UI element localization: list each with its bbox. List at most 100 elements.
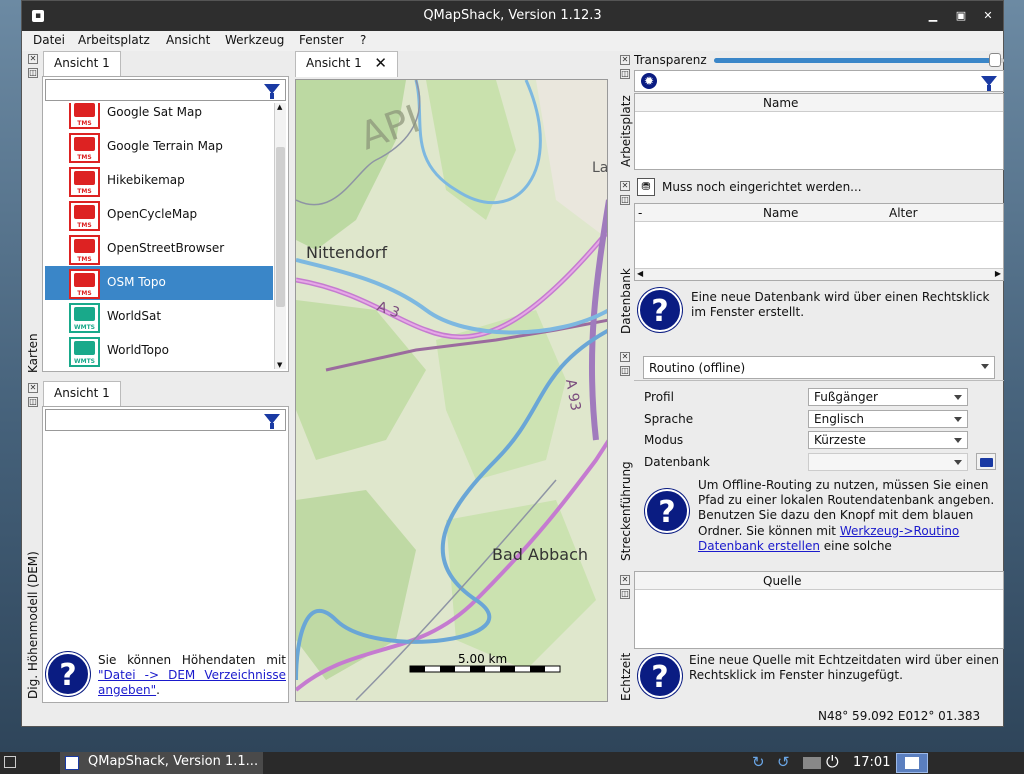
routing-select-3[interactable] <box>808 452 968 471</box>
notification-icon[interactable] <box>896 753 928 773</box>
dock-close-icon[interactable]: ✕ <box>28 383 38 393</box>
title-bar[interactable]: ▪ QMapShack, Version 1.12.3 ▁ ▣ ✕ <box>22 1 1003 31</box>
map-list-label: OpenCycleMap <box>107 207 198 221</box>
help-icon: ? <box>638 288 682 332</box>
maps-dock-label: Karten <box>26 333 40 373</box>
tab-maps-view[interactable]: Ansicht 1 <box>43 51 121 77</box>
tms-map-icon: TMS <box>69 235 100 265</box>
menu-fenster[interactable]: Fenster <box>299 33 344 47</box>
wmts-map-icon: WMTS <box>69 303 100 333</box>
dem-info-text: Sie können Höhendaten mit "Datei -> DEM … <box>98 653 286 697</box>
dock-float-icon[interactable]: ◫ <box>28 397 38 407</box>
routing-label-0: Profil <box>644 390 674 404</box>
maximize-icon[interactable]: ▣ <box>955 10 967 22</box>
label-la: La <box>592 160 608 176</box>
routing-engine-select[interactable]: Routino (offline) <box>643 356 995 379</box>
routing-select-2[interactable]: Kürzeste <box>808 431 968 449</box>
map-list-label: OSM Topo <box>107 275 166 289</box>
tab-map-view[interactable]: Ansicht 1 ✕ <box>295 51 398 77</box>
database-hscrollbar[interactable]: ◀ ▶ <box>635 268 1003 280</box>
dem-filter-input[interactable] <box>45 409 286 431</box>
routing-select-0[interactable]: Fußgänger <box>808 388 968 406</box>
dock-float-icon[interactable]: ◫ <box>620 195 630 205</box>
dock-close-icon[interactable]: ✕ <box>28 54 38 64</box>
folder-button[interactable] <box>976 453 996 470</box>
routing-select-1[interactable]: Englisch <box>808 409 968 428</box>
update-icon[interactable]: ↻ <box>752 753 765 771</box>
tab-dem-view[interactable]: Ansicht 1 <box>43 381 121 407</box>
maps-filter-input[interactable] <box>45 79 286 101</box>
map-list-item[interactable]: WMTS WorldTopo <box>45 334 273 368</box>
menu-ansicht[interactable]: Ansicht <box>166 33 210 47</box>
desktop-icon[interactable] <box>4 756 16 768</box>
folder-icon <box>980 458 993 467</box>
taskbar: QMapShack, Version 1.1... ↻ ↺ ⏻ 17:01 <box>0 752 1024 774</box>
filter-icon[interactable] <box>264 414 280 429</box>
help-icon: ? <box>645 489 689 533</box>
dem-directories-link[interactable]: "Datei -> DEM Verzeichnisse angeben" <box>98 668 286 697</box>
col-name: Name <box>763 96 799 110</box>
menu-werkzeug[interactable]: Werkzeug <box>225 33 284 47</box>
scrollbar-thumb[interactable] <box>276 147 285 307</box>
map-list-item[interactable]: TMS Google Terrain Map <box>45 130 273 164</box>
clock: 17:01 <box>853 755 891 770</box>
wmts-map-icon: WMTS <box>69 337 100 367</box>
tms-map-icon: TMS <box>69 133 100 163</box>
map-list-item[interactable]: TMS Hikebikemap <box>45 164 273 198</box>
maps-scrollbar[interactable]: ▲ ▼ <box>274 103 286 369</box>
database-setup-icon[interactable]: ⛃ <box>637 178 655 196</box>
close-tab-icon[interactable]: ✕ <box>374 54 387 72</box>
scroll-down-icon[interactable]: ▼ <box>277 361 282 369</box>
menu-bar: Datei Arbeitsplatz Ansicht Werkzeug Fens… <box>22 31 1003 51</box>
scale-label: 5.00 km <box>458 652 507 666</box>
dock-close-icon[interactable]: ✕ <box>620 352 630 362</box>
database-tree[interactable]: - Name Alter ◀ ▶ <box>634 203 1004 281</box>
scroll-left-icon[interactable]: ◀ <box>637 269 643 278</box>
qmapshack-icon <box>65 756 79 770</box>
power-icon[interactable]: ⏻ <box>826 752 839 772</box>
tms-map-icon: TMS <box>69 269 100 299</box>
database-header: - Name Alter <box>635 204 1003 222</box>
realtime-tree[interactable]: Quelle <box>634 571 1004 649</box>
dock-float-icon[interactable]: ◫ <box>620 589 630 599</box>
dock-float-icon[interactable]: ◫ <box>620 366 630 376</box>
scroll-up-icon[interactable]: ▲ <box>277 103 282 111</box>
map-canvas[interactable]: Nittendorf Bad Abbach A 3 A 93 La API 5.… <box>295 79 608 702</box>
map-list-label: Hikebikemap <box>107 173 185 187</box>
map-list-item[interactable]: TMS OpenCycleMap <box>45 198 273 232</box>
realtime-header: Quelle <box>635 572 1003 590</box>
col-name: Name <box>763 206 799 220</box>
gear-icon[interactable]: ✹ <box>641 73 657 89</box>
taskbar-app-button[interactable]: QMapShack, Version 1.1... <box>60 752 263 774</box>
map-list-item[interactable]: TMS OpenStreetBrowser <box>45 232 273 266</box>
dock-close-icon[interactable]: ✕ <box>620 575 630 585</box>
filter-icon[interactable] <box>264 84 280 99</box>
transparency-handle[interactable] <box>989 53 1002 67</box>
menu-help[interactable]: ? <box>360 33 366 47</box>
routing-label-1: Sprache <box>644 411 694 426</box>
map-list-label: OpenStreetBrowser <box>107 241 225 255</box>
window-title: QMapShack, Version 1.12.3 <box>423 8 602 23</box>
map-list-label: Google Sat Map <box>107 105 202 119</box>
dock-close-icon[interactable]: ✕ <box>620 181 630 191</box>
scroll-right-icon[interactable]: ▶ <box>995 269 1001 278</box>
dock-float-icon[interactable]: ◫ <box>620 69 630 79</box>
menu-arbeitsplatz[interactable]: Arbeitsplatz <box>78 33 150 47</box>
map-list-item[interactable]: TMS Google Sat Map <box>45 103 273 130</box>
transparency-slider[interactable] <box>714 53 1004 67</box>
close-icon[interactable]: ✕ <box>982 10 994 22</box>
menu-datei[interactable]: Datei <box>33 33 65 47</box>
map-list-item[interactable]: WMTS WorldSat <box>45 300 273 334</box>
status-coordinates: N48° 59.092 E012° 01.383 <box>818 709 981 723</box>
dem-panel: ? Sie können Höhendaten mit "Datei -> DE… <box>42 406 289 703</box>
workspace-tree[interactable]: Name <box>634 93 1004 170</box>
refresh-icon[interactable]: ↺ <box>777 753 790 771</box>
workspace-dock-label: Arbeitsplatz <box>619 95 633 167</box>
keyboard-icon[interactable] <box>803 757 821 769</box>
dock-close-icon[interactable]: ✕ <box>620 55 630 65</box>
map-list-item[interactable]: TMS OSM Topo <box>45 266 273 300</box>
tms-map-icon: TMS <box>69 167 100 197</box>
minimize-icon[interactable]: ▁ <box>927 10 939 22</box>
filter-icon[interactable] <box>981 76 997 91</box>
dock-float-icon[interactable]: ◫ <box>28 68 38 78</box>
